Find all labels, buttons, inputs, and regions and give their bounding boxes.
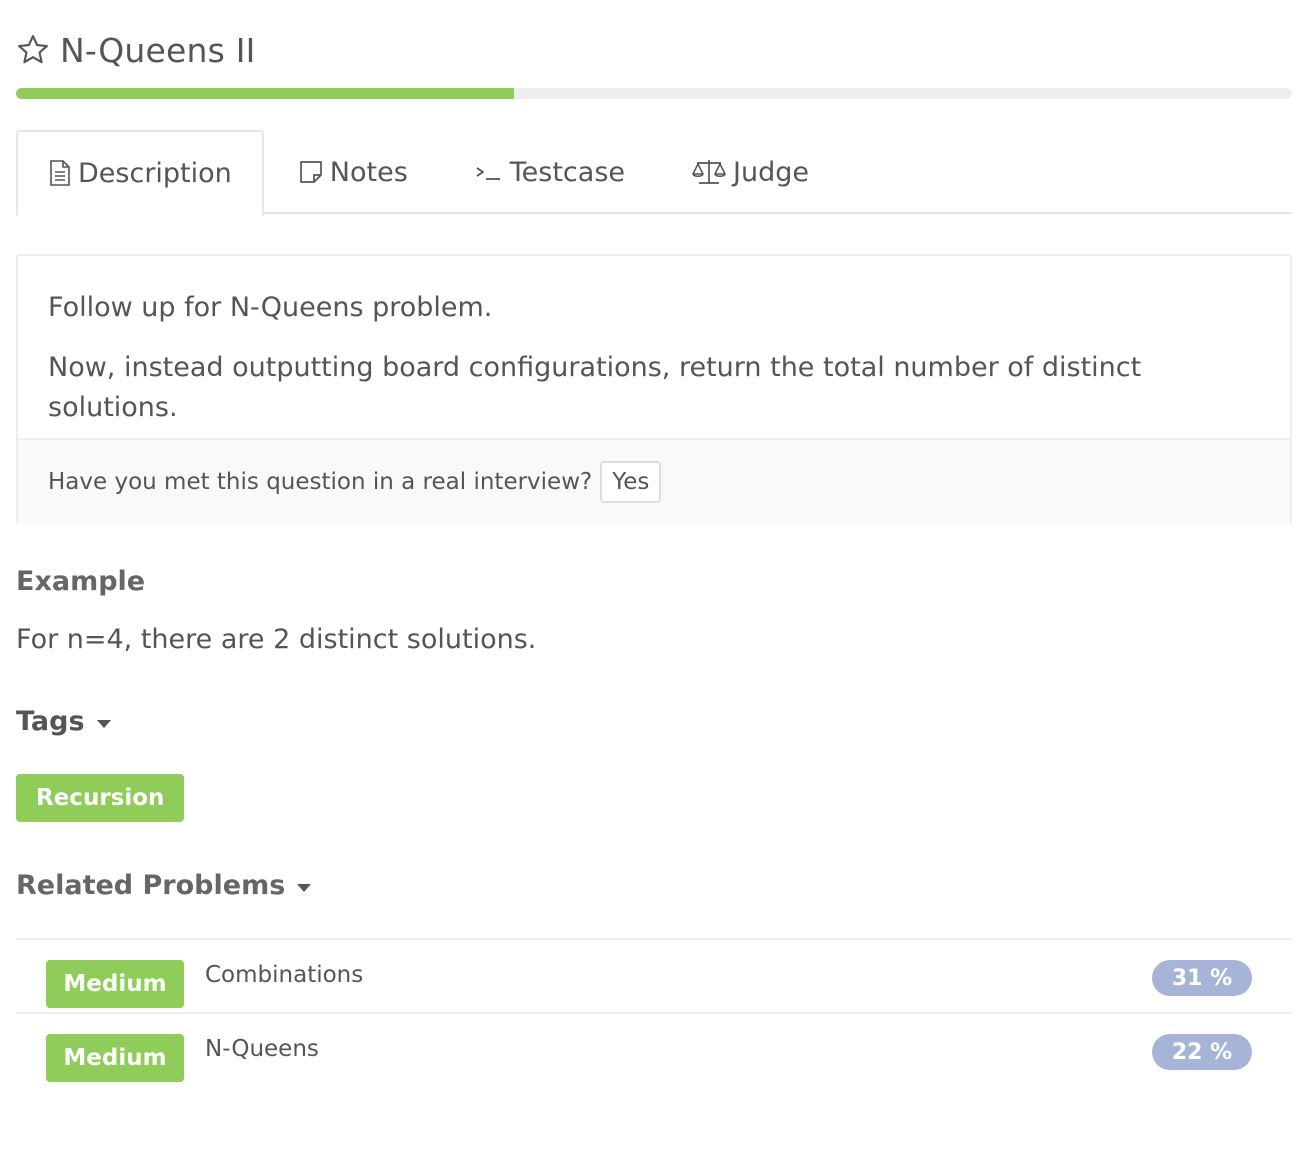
tab-judge-label: Judge (733, 156, 809, 188)
tab-notes-label: Notes (329, 156, 408, 188)
caret-down-icon (297, 883, 312, 892)
description-paragraph: Now, instead outputting board configurat… (48, 352, 1142, 423)
example-heading: Example (16, 566, 145, 597)
tag-recursion[interactable]: Recursion (16, 774, 185, 822)
related-problem-row[interactable]: Medium Combinations 31 % (16, 938, 1292, 1012)
related-problems-heading-label: Related Problems (16, 870, 286, 901)
interview-question: Have you met this question in a real int… (48, 469, 593, 495)
scale-icon (691, 157, 727, 187)
title-row: N-Queens II (16, 28, 256, 72)
example-text: For n=4, there are 2 distinct solutions. (16, 624, 537, 655)
description-panel: Follow up for N-Queens problem. Now, ins… (16, 254, 1292, 524)
acceptance-badge: 31 % (1152, 960, 1252, 996)
related-problems-list: Medium Combinations 31 % Medium N-Queens… (16, 938, 1292, 1086)
tab-description[interactable]: Description (16, 130, 264, 216)
tags-heading[interactable]: Tags (16, 706, 111, 737)
example-heading-label: Example (16, 566, 146, 597)
related-problem-row[interactable]: Medium N-Queens 22 % (16, 1012, 1292, 1086)
star-icon[interactable] (16, 33, 50, 67)
progress-bar (16, 88, 1292, 99)
caret-down-icon (96, 719, 111, 728)
difficulty-badge: Medium (46, 960, 184, 1008)
problem-link[interactable]: Combinations (205, 962, 363, 988)
yes-button[interactable]: Yes (600, 461, 662, 503)
tab-notes[interactable]: Notes (298, 130, 408, 214)
tab-judge[interactable]: Judge (691, 130, 809, 214)
related-problems-heading[interactable]: Related Problems (16, 870, 312, 901)
description-body: Follow up for N-Queens problem. Now, ins… (18, 256, 1290, 438)
document-icon (48, 159, 72, 187)
page-title: N-Queens II (60, 30, 256, 70)
acceptance-badge: 22 % (1152, 1034, 1252, 1070)
problem-link[interactable]: N-Queens (205, 1036, 319, 1062)
progress-fill (16, 88, 514, 99)
description-paragraph: Follow up for N-Queens problem. (48, 292, 493, 323)
tab-description-label: Description (78, 157, 232, 189)
note-icon (298, 159, 324, 185)
tab-testcase[interactable]: Testcase (474, 130, 625, 214)
terminal-icon (474, 159, 504, 185)
difficulty-badge: Medium (46, 1034, 184, 1082)
interview-footer: Have you met this question in a real int… (18, 438, 1290, 524)
tags-heading-label: Tags (16, 706, 85, 737)
tab-bar: Description Notes Testcase Judge (16, 130, 1292, 216)
tab-testcase-label: Testcase (509, 156, 626, 188)
